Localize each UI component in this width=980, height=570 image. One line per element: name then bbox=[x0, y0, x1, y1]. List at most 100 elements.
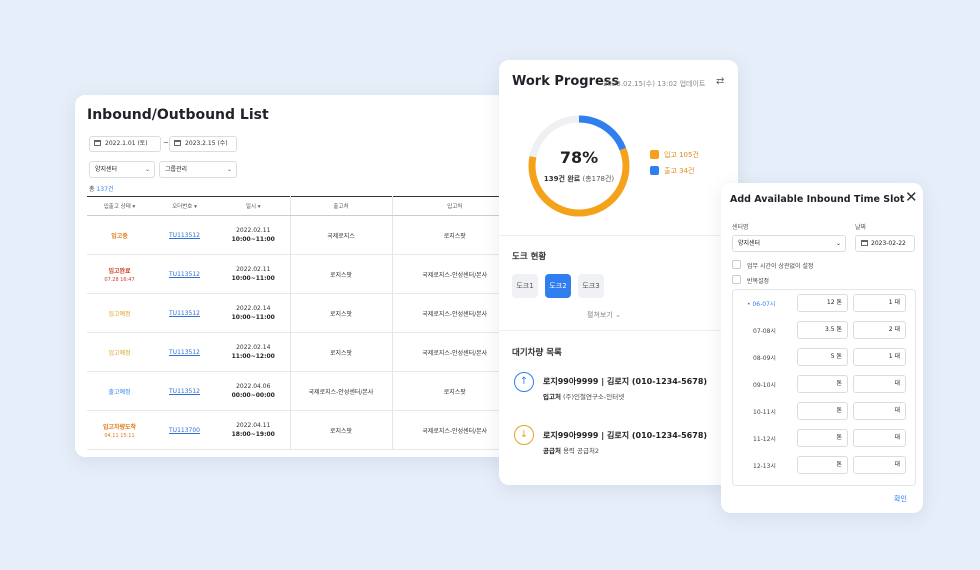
ton-input[interactable]: 3.5 톤 bbox=[797, 321, 848, 339]
refresh-icon[interactable]: ⇄ bbox=[716, 76, 724, 87]
status-badge: 출고예정 bbox=[87, 371, 152, 411]
date-from-field[interactable]: 2022.1.01 (토) bbox=[89, 136, 161, 152]
from-cell: 국제로지스-안성센터/본사 bbox=[290, 371, 393, 411]
to-cell: 국제로지스-안성센터/본사 bbox=[392, 254, 515, 294]
col-from-header: 출고처 bbox=[290, 196, 393, 216]
confirm-button[interactable]: 확인 bbox=[894, 494, 907, 504]
vehicle-count-input[interactable]: 2 대 bbox=[853, 321, 906, 339]
order-link[interactable]: TU113512 bbox=[169, 349, 200, 356]
ton-input[interactable]: 톤 bbox=[797, 456, 848, 474]
datetime-cell: 2022.04.11 18:00~19:00 bbox=[217, 410, 291, 450]
table-header-row: 입출고 상태 ▾ 오더번호 ▾ 일시 ▾ 출고처 입고처 bbox=[87, 196, 515, 216]
group-filter-select[interactable]: 그룹관리 ⌄ bbox=[159, 161, 237, 178]
vehicle-item-1-detail: 입고처 (주)인철연구소-인터넷 bbox=[543, 393, 625, 401]
from-cell: 로지스팟 bbox=[290, 332, 393, 372]
order-link[interactable]: TU113512 bbox=[169, 388, 200, 395]
time-slot-row: • 06-07시 12 톤 1 대 bbox=[733, 290, 917, 317]
table-row[interactable]: 입고중 TU113512 2022.02.11 10:00~11:00 국제로지스… bbox=[87, 215, 515, 255]
vehicle-count-input[interactable]: 1 대 bbox=[853, 348, 906, 366]
vehicle-count-input[interactable]: 대 bbox=[853, 456, 906, 474]
table-row[interactable]: 입고완료 07.28 16:47 TU113512 2022.02.11 10:00… bbox=[87, 254, 515, 294]
dock-3-button[interactable]: 도크3 bbox=[578, 274, 604, 298]
from-cell: 로지스팟 bbox=[290, 293, 393, 333]
table-row[interactable]: 입고예정 TU113512 2022.02.14 10:00~11:00 로지스팟… bbox=[87, 293, 515, 333]
from-cell: 국제로지스 bbox=[290, 215, 393, 255]
dock-1-button[interactable]: 도크1 bbox=[512, 274, 538, 298]
legend-swatch-outbound bbox=[650, 166, 659, 175]
center-select[interactable]: 양지센터 ⌄ bbox=[732, 235, 846, 252]
legend-inbound: 입고 105건 bbox=[650, 150, 699, 160]
ton-input[interactable]: 5 톤 bbox=[797, 348, 848, 366]
calendar-icon bbox=[861, 240, 868, 246]
datetime-cell: 2022.02.14 10:00~11:00 bbox=[217, 293, 291, 333]
time-slot-label: 10-11시 bbox=[753, 409, 776, 416]
time-slot-label: 08-09시 bbox=[753, 355, 776, 362]
time-slot-row: 11-12시 톤 대 bbox=[733, 425, 917, 452]
table-row[interactable]: 출고예정 TU113512 2022.04.06 00:00~00:00 국제로지… bbox=[87, 371, 515, 411]
col-datetime-header[interactable]: 일시 ▾ bbox=[217, 196, 291, 216]
time-slot-row: 09-10시 톤 대 bbox=[733, 371, 917, 398]
time-slot-row: 10-11시 톤 대 bbox=[733, 398, 917, 425]
table-row[interactable]: 입고차량도착 04.11 15:11 TU113700 2022.04.11 18:… bbox=[87, 410, 515, 450]
datetime-cell: 2022.02.14 11:00~12:00 bbox=[217, 332, 291, 372]
vehicle-count-input[interactable]: 대 bbox=[853, 375, 906, 393]
vehicle-item-2[interactable]: 로지99아9999 | 김로지 (010-1234-5678) bbox=[543, 430, 707, 441]
inbound-arrow-icon: ↑ bbox=[514, 372, 534, 392]
vehicle-item-1[interactable]: 로지99아9999 | 김로지 (010-1234-5678) bbox=[543, 376, 707, 387]
order-link[interactable]: TU113512 bbox=[169, 271, 200, 278]
status-badge: 입고차량도착 04.11 15:11 bbox=[87, 410, 152, 450]
time-slot-row: 07-08시 3.5 톤 2 대 bbox=[733, 317, 917, 344]
date-field[interactable]: 2023-02-22 bbox=[855, 235, 915, 252]
order-link[interactable]: TU113512 bbox=[169, 310, 200, 317]
list-title: Inbound/Outbound List bbox=[87, 107, 269, 123]
vehicle-count-input[interactable]: 1 대 bbox=[853, 294, 906, 312]
dock-2-button[interactable]: 도크2 bbox=[545, 274, 571, 298]
to-cell: 국제로지스-안성센터/본사 bbox=[392, 410, 515, 450]
ton-input[interactable]: 톤 bbox=[797, 429, 848, 447]
col-order-header[interactable]: 오더번호 ▾ bbox=[152, 196, 217, 216]
progress-percent: 78% bbox=[559, 148, 599, 167]
ton-input[interactable]: 톤 bbox=[797, 402, 848, 420]
date-to-field[interactable]: 2023.2.15 (수) bbox=[169, 136, 237, 152]
last-updated-text: 2023.02.15(수) 13:02 업데이트 bbox=[603, 80, 706, 88]
center-label: 센터명 bbox=[732, 224, 749, 231]
center-filter-select[interactable]: 양지센터 ⌄ bbox=[89, 161, 155, 178]
time-slot-row: 08-09시 5 톤 1 대 bbox=[733, 344, 917, 371]
order-link[interactable]: TU113512 bbox=[169, 232, 200, 239]
chevron-down-icon: ⌄ bbox=[835, 240, 841, 247]
to-cell: 로지스팟 bbox=[392, 215, 515, 255]
expand-more-link[interactable]: 펼쳐보기 ⌄ bbox=[587, 310, 621, 320]
ignore-hours-checkbox[interactable] bbox=[732, 260, 741, 269]
to-cell: 국제로지스-안성센터/본사 bbox=[392, 293, 515, 333]
vehicle-count-input[interactable]: 대 bbox=[853, 402, 906, 420]
col-status-header[interactable]: 입출고 상태 ▾ bbox=[87, 196, 152, 216]
chevron-down-icon: ⌄ bbox=[144, 166, 150, 173]
datetime-cell: 2022.04.06 00:00~00:00 bbox=[217, 371, 291, 411]
time-slot-row: 12-13시 톤 대 bbox=[733, 452, 917, 479]
status-badge: 입고예정 bbox=[87, 332, 152, 372]
date-range-separator: ~ bbox=[163, 139, 169, 147]
order-link[interactable]: TU113700 bbox=[169, 427, 200, 434]
to-cell: 로지스팟 bbox=[392, 371, 515, 411]
time-slot-list: • 06-07시 12 톤 1 대 07-08시 3.5 톤 2 대 08-09… bbox=[732, 289, 916, 486]
status-badge: 입고중 bbox=[87, 215, 152, 255]
chevron-down-icon: ⌄ bbox=[615, 311, 621, 319]
ton-input[interactable]: 12 톤 bbox=[797, 294, 848, 312]
time-slot-label: 09-10시 bbox=[753, 382, 776, 389]
outbound-arrow-icon: ↓ bbox=[514, 425, 534, 445]
progress-done-text: 139건 완료 (총178건) bbox=[543, 175, 615, 183]
inbound-outbound-table: 입출고 상태 ▾ 오더번호 ▾ 일시 ▾ 출고처 입고처 입고중 TU11351… bbox=[87, 196, 515, 450]
add-time-slot-dialog: Add Available Inbound Time Slot ✕ 센터명 날짜… bbox=[721, 183, 923, 513]
vehicle-count-input[interactable]: 대 bbox=[853, 429, 906, 447]
calendar-icon bbox=[174, 140, 181, 146]
close-icon[interactable]: ✕ bbox=[905, 188, 918, 206]
table-row[interactable]: 입고예정 TU113512 2022.02.14 11:00~12:00 로지스팟… bbox=[87, 332, 515, 372]
to-cell: 국제로지스-안성센터/본사 bbox=[392, 332, 515, 372]
time-slot-label: • 06-07시 bbox=[747, 301, 776, 308]
calendar-icon bbox=[94, 140, 101, 146]
ignore-hours-label: 업무 시간이 상관없이 설정 bbox=[747, 263, 814, 270]
ton-input[interactable]: 톤 bbox=[797, 375, 848, 393]
dock-status-title: 도크 현황 bbox=[512, 252, 547, 262]
repeat-checkbox[interactable] bbox=[732, 275, 741, 284]
inbound-outbound-list-panel: Inbound/Outbound List 2022.1.01 (토) ~ 20… bbox=[75, 95, 515, 457]
